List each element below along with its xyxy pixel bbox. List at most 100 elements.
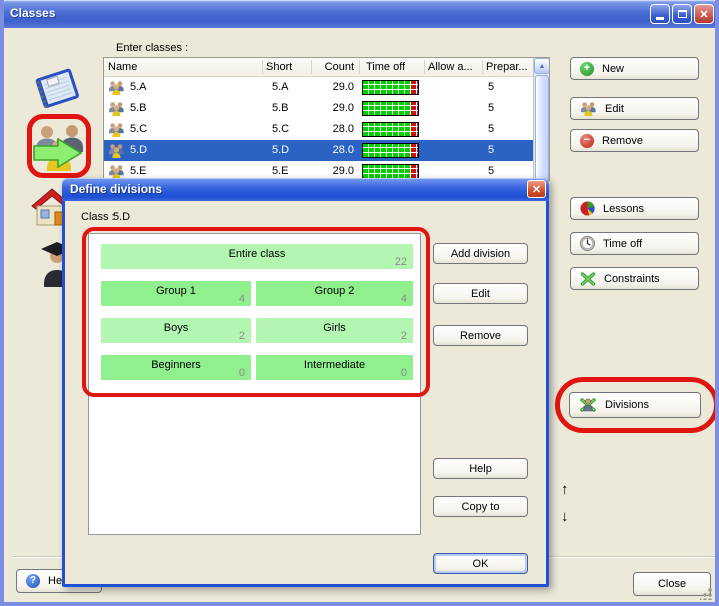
division-count: 0 xyxy=(239,367,245,379)
timeoff-grid-icon xyxy=(362,164,419,179)
division-box[interactable]: Group 1 4 xyxy=(101,281,251,306)
dialog-remove-label: Remove xyxy=(460,330,501,342)
division-label: Girls xyxy=(256,322,413,334)
classes-table: Name Short Count Time off Allow a... Pre… xyxy=(103,57,550,181)
cell-short: 5.A xyxy=(272,81,289,93)
cell-name: 5.E xyxy=(130,165,147,177)
maximize-button[interactable] xyxy=(672,4,692,24)
col-prepar[interactable]: Prepar... xyxy=(486,61,530,73)
cell-prepar: 5 xyxy=(488,81,494,93)
table-row[interactable]: 5.C 5.C 28.0 5 xyxy=(104,119,533,140)
cell-count: 28.0 xyxy=(312,123,354,135)
division-box[interactable]: Girls 2 xyxy=(256,318,413,343)
lessons-button[interactable]: Lessons xyxy=(570,197,699,220)
help-icon: ? xyxy=(26,574,40,588)
timeoff-button[interactable]: Time off xyxy=(570,232,699,255)
dialog-edit-label: Edit xyxy=(471,288,490,300)
division-count: 2 xyxy=(239,330,245,342)
divisions-icon xyxy=(579,397,597,413)
move-up-arrow[interactable]: ↑ xyxy=(561,481,569,498)
maximize-icon xyxy=(678,10,687,18)
notebook-icon[interactable] xyxy=(30,64,84,117)
division-count: 4 xyxy=(401,293,407,305)
division-box[interactable]: Beginners 0 xyxy=(101,355,251,380)
cell-prepar: 5 xyxy=(488,102,494,114)
table-header: Name Short Count Time off Allow a... Pre… xyxy=(104,58,533,77)
table-row[interactable]: 5.D 5.D 28.0 5 xyxy=(104,140,533,161)
remove-icon: − xyxy=(580,134,594,148)
class-value: 5.D xyxy=(113,211,130,223)
edit-button[interactable]: Edit xyxy=(570,97,699,120)
people-icon xyxy=(108,122,125,137)
close-window-button[interactable]: ✕ xyxy=(694,4,714,24)
class-label: Class : xyxy=(81,211,115,223)
people-icon xyxy=(108,143,125,158)
people-icon xyxy=(580,101,597,116)
timeoff-button-label: Time off xyxy=(603,238,642,250)
dialog-titlebar: Define divisions ✕ xyxy=(62,178,549,201)
minimize-icon xyxy=(656,17,664,20)
titlebar: Classes ✕ xyxy=(0,0,719,28)
scroll-thumb[interactable] xyxy=(535,75,549,181)
division-box[interactable]: Boys 2 xyxy=(101,318,251,343)
division-box[interactable]: Intermediate 0 xyxy=(256,355,413,380)
col-count[interactable]: Count xyxy=(312,61,354,73)
lessons-pie-icon xyxy=(580,201,595,216)
class-people-icon xyxy=(108,122,125,140)
division-count: 0 xyxy=(401,367,407,379)
dialog-remove-button[interactable]: Remove xyxy=(433,325,528,346)
close-icon: ✕ xyxy=(699,8,708,21)
dialog-help-button[interactable]: Help xyxy=(433,458,528,479)
division-count: 2 xyxy=(401,330,407,342)
timeoff-grid-icon xyxy=(362,101,419,116)
classes-people-arrow-icon[interactable] xyxy=(32,122,86,175)
division-box[interactable]: Entire class 22 xyxy=(101,244,413,269)
cell-name: 5.C xyxy=(130,123,147,135)
col-short[interactable]: Short xyxy=(266,61,292,73)
division-label: Beginners xyxy=(101,359,251,371)
division-count: 4 xyxy=(239,293,245,305)
dialog-edit-button[interactable]: Edit xyxy=(433,283,528,304)
window-title: Classes xyxy=(10,6,55,20)
edit-button-label: Edit xyxy=(605,103,624,115)
table-row[interactable]: 5.A 5.A 29.0 5 xyxy=(104,77,533,98)
cell-count: 29.0 xyxy=(312,165,354,177)
col-timeoff[interactable]: Time off xyxy=(366,61,405,73)
new-icon: + xyxy=(580,62,594,76)
scroll-up-button[interactable]: ▲ xyxy=(534,58,550,74)
add-division-button[interactable]: Add division xyxy=(433,243,528,264)
ok-button[interactable]: OK xyxy=(433,553,528,574)
division-count: 22 xyxy=(395,256,407,268)
divisions-button[interactable]: Divisions xyxy=(569,392,701,418)
dialog-help-label: Help xyxy=(469,463,492,475)
division-label: Intermediate xyxy=(256,359,413,371)
classes-window: Classes ✕ xyxy=(0,0,719,606)
cell-short: 5.E xyxy=(272,165,289,177)
division-box[interactable]: Group 2 4 xyxy=(256,281,413,306)
table-row[interactable]: 5.B 5.B 29.0 5 xyxy=(104,98,533,119)
class-people-icon xyxy=(108,143,125,161)
col-allow[interactable]: Allow a... xyxy=(428,61,478,73)
cell-prepar: 5 xyxy=(488,165,494,177)
division-label: Entire class xyxy=(101,248,413,260)
col-name[interactable]: Name xyxy=(108,61,137,73)
remove-button[interactable]: − Remove xyxy=(570,129,699,152)
cell-short: 5.B xyxy=(272,102,289,114)
minimize-button[interactable] xyxy=(650,4,670,24)
cell-name: 5.B xyxy=(130,102,147,114)
cell-prepar: 5 xyxy=(488,123,494,135)
new-button[interactable]: + New xyxy=(570,57,699,80)
class-people-icon xyxy=(108,80,125,98)
cell-name: 5.A xyxy=(130,81,147,93)
timeoff-grid-icon xyxy=(362,143,419,158)
cell-name: 5.D xyxy=(130,144,147,156)
edit-people-icon xyxy=(580,101,597,116)
move-down-arrow[interactable]: ↓ xyxy=(561,508,569,525)
vertical-scrollbar[interactable]: ▲ xyxy=(533,58,549,180)
copy-to-button[interactable]: Copy to xyxy=(433,496,528,517)
resize-grip[interactable] xyxy=(700,587,713,600)
cell-count: 29.0 xyxy=(312,102,354,114)
dialog-close-button[interactable]: ✕ xyxy=(527,180,546,198)
scroll-up-icon: ▲ xyxy=(539,63,546,70)
constraints-button[interactable]: Constraints xyxy=(570,267,699,290)
